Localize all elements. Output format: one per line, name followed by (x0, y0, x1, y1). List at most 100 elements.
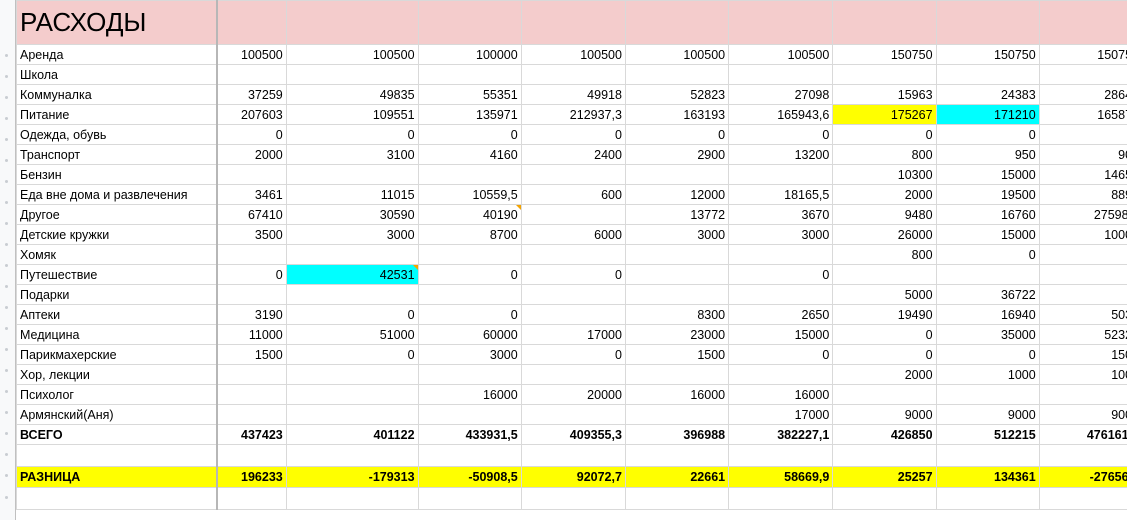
value-cell[interactable]: 512215 (935, 424, 1040, 445)
value-cell[interactable]: 16760 (935, 204, 1040, 225)
value-cell[interactable]: 5000 (832, 284, 937, 305)
value-cell[interactable]: 8300 (624, 304, 730, 325)
value-cell[interactable]: 35000 (935, 324, 1040, 345)
value-cell[interactable] (935, 444, 1040, 467)
value-cell[interactable]: 100500 (285, 44, 419, 65)
value-cell[interactable]: 15000 (935, 164, 1040, 185)
expense-row-label[interactable]: Детские кружки (15, 224, 218, 245)
value-cell[interactable]: -179313 (285, 466, 419, 488)
value-cell[interactable]: 3461 (216, 184, 287, 205)
value-cell[interactable]: 5033 (1038, 304, 1127, 325)
value-cell[interactable]: 175267 (832, 104, 937, 125)
value-cell[interactable]: 27598,5 (1038, 204, 1127, 225)
value-cell[interactable] (285, 64, 419, 85)
value-cell[interactable] (624, 164, 730, 185)
value-cell[interactable]: 1500 (216, 344, 287, 365)
value-cell[interactable]: 3500 (216, 224, 287, 245)
expense-row-label[interactable]: Путешествие (15, 264, 218, 285)
value-cell[interactable]: 1500 (624, 344, 730, 365)
value-cell[interactable] (216, 164, 287, 185)
value-cell[interactable] (728, 444, 834, 467)
value-cell[interactable]: 0 (520, 344, 626, 365)
value-cell[interactable] (728, 284, 834, 305)
value-cell[interactable] (417, 404, 522, 425)
value-cell[interactable]: 409355,3 (520, 424, 626, 445)
value-cell[interactable] (520, 284, 626, 305)
value-cell[interactable]: 49918 (520, 84, 626, 105)
value-cell[interactable]: 25257 (832, 466, 937, 488)
value-cell[interactable] (216, 487, 287, 510)
value-cell[interactable]: 2400 (520, 144, 626, 165)
value-cell[interactable] (832, 64, 937, 85)
value-cell[interactable]: 0 (832, 344, 937, 365)
value-cell[interactable]: 10559,5 (417, 184, 522, 205)
value-cell[interactable]: 100500 (520, 44, 626, 65)
value-cell[interactable]: 60000 (417, 324, 522, 345)
value-cell[interactable] (624, 364, 730, 385)
value-cell[interactable] (935, 384, 1040, 405)
value-cell[interactable]: 23000 (624, 324, 730, 345)
value-cell[interactable]: 4160 (417, 144, 522, 165)
value-cell[interactable]: 19500 (935, 184, 1040, 205)
value-cell[interactable]: 13772 (624, 204, 730, 225)
value-cell[interactable] (285, 364, 419, 385)
value-cell[interactable] (417, 164, 522, 185)
value-cell[interactable]: 207603 (216, 104, 287, 125)
value-cell[interactable] (1038, 444, 1127, 467)
value-cell[interactable]: 52320 (1038, 324, 1127, 345)
value-cell[interactable]: 11015 (285, 184, 419, 205)
value-cell[interactable]: 0 (832, 124, 937, 145)
value-cell[interactable] (216, 384, 287, 405)
value-cell[interactable]: 3000 (624, 224, 730, 245)
value-cell[interactable]: 0 (285, 304, 419, 325)
value-cell[interactable] (417, 284, 522, 305)
value-cell[interactable] (520, 204, 626, 225)
value-cell[interactable]: 165943,6 (728, 104, 834, 125)
value-cell[interactable]: 13200 (728, 144, 834, 165)
value-cell[interactable] (624, 487, 730, 510)
value-cell[interactable]: 12000 (624, 184, 730, 205)
expense-row-label[interactable]: Школа (15, 64, 218, 85)
value-cell[interactable]: 401122 (285, 424, 419, 445)
value-cell[interactable]: 10000 (1038, 224, 1127, 245)
expense-row-label[interactable]: Подарки (15, 284, 218, 305)
value-cell[interactable]: 2000 (216, 144, 287, 165)
cell[interactable] (728, 0, 834, 45)
value-cell[interactable]: 58669,9 (728, 466, 834, 488)
value-cell[interactable] (216, 364, 287, 385)
value-cell[interactable]: 0 (1038, 264, 1127, 285)
value-cell[interactable]: 2000 (832, 364, 937, 385)
value-cell[interactable]: 0 (624, 124, 730, 145)
value-cell[interactable] (417, 244, 522, 265)
cell[interactable] (417, 0, 522, 45)
expense-row-label[interactable]: Психолог (15, 384, 218, 405)
value-cell[interactable] (216, 444, 287, 467)
value-cell[interactable]: 800 (832, 144, 937, 165)
value-cell[interactable] (624, 64, 730, 85)
value-cell[interactable]: 16940 (935, 304, 1040, 325)
value-cell[interactable] (624, 284, 730, 305)
value-cell[interactable] (216, 244, 287, 265)
value-cell[interactable]: 150750 (1038, 44, 1127, 65)
value-cell[interactable]: 100000 (417, 44, 522, 65)
expense-row-label[interactable]: Одежда, обувь (15, 124, 218, 145)
value-cell[interactable] (520, 304, 626, 325)
expense-row-label[interactable]: Коммуналка (15, 84, 218, 105)
value-cell[interactable] (520, 404, 626, 425)
value-cell[interactable]: 28642 (1038, 84, 1127, 105)
cell[interactable] (1038, 0, 1127, 45)
value-cell[interactable] (624, 404, 730, 425)
value-cell[interactable]: 22661 (624, 466, 730, 488)
empty-row-label[interactable] (15, 487, 218, 510)
value-cell[interactable]: 150750 (935, 44, 1040, 65)
value-cell[interactable]: 2650 (728, 304, 834, 325)
value-cell[interactable]: 0 (935, 124, 1040, 145)
value-cell[interactable]: -50908,5 (417, 466, 522, 488)
cell[interactable] (285, 0, 419, 45)
value-cell[interactable] (728, 364, 834, 385)
value-cell[interactable]: 9000 (1038, 404, 1127, 425)
cell[interactable] (935, 0, 1040, 45)
value-cell[interactable]: 2000 (832, 184, 937, 205)
value-cell[interactable]: 9000 (935, 404, 1040, 425)
cell[interactable] (216, 0, 287, 45)
